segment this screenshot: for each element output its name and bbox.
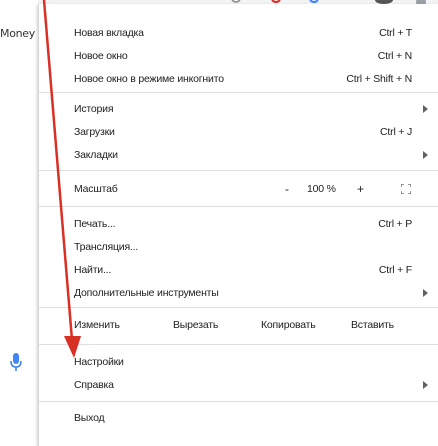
microphone-icon[interactable] — [9, 352, 23, 374]
submenu-arrow-icon — [423, 381, 428, 389]
menu-item-label: Печать... — [74, 218, 116, 230]
menu-item-label: История — [74, 103, 114, 115]
menu-item-find[interactable]: Найти... Ctrl + F — [39, 259, 438, 281]
menu-separator — [39, 401, 438, 402]
zoom-out-button[interactable]: - — [285, 182, 289, 196]
chrome-main-menu: Новая вкладка Ctrl + T Новое окно Ctrl +… — [38, 4, 438, 446]
menu-item-shortcut: Ctrl + Shift + N — [346, 73, 412, 85]
paste-button[interactable]: Вставить — [351, 319, 394, 331]
menu-item-shortcut: Ctrl + F — [378, 264, 412, 276]
fullscreen-icon[interactable] — [401, 184, 411, 194]
menu-item-help[interactable]: Справка — [39, 374, 438, 396]
menu-item-shortcut: Ctrl + J — [380, 126, 412, 138]
menu-item-label: Масштаб — [74, 183, 118, 195]
menu-item-shortcut: Ctrl + N — [377, 50, 412, 62]
menu-item-shortcut: Ctrl + P — [378, 218, 412, 230]
menu-item-label: Новая вкладка — [74, 27, 144, 39]
edit-label: Изменить — [74, 319, 120, 331]
submenu-arrow-icon — [423, 289, 428, 297]
menu-item-new-tab[interactable]: Новая вкладка Ctrl + T — [39, 22, 438, 44]
menu-item-label: Справка — [74, 379, 114, 391]
menu-item-label: Закладки — [74, 149, 118, 161]
menu-separator — [39, 206, 438, 207]
submenu-arrow-icon — [423, 151, 428, 159]
menu-item-label: Новое окно в режиме инкогнито — [74, 73, 224, 85]
zoom-level: 100 % — [307, 183, 336, 195]
menu-item-label: Новое окно — [74, 50, 128, 62]
cut-button[interactable]: Вырезать — [173, 319, 218, 331]
menu-item-history[interactable]: История — [39, 98, 438, 120]
menu-item-print[interactable]: Печать... Ctrl + P — [39, 213, 438, 235]
menu-item-label: Трансляция... — [74, 241, 139, 253]
menu-item-downloads[interactable]: Загрузки Ctrl + J — [39, 121, 438, 143]
menu-item-zoom: Масштаб - 100 % + — [39, 178, 438, 200]
menu-item-label: Дополнительные инструменты — [74, 287, 219, 299]
menu-item-exit[interactable]: Выход — [39, 407, 438, 429]
menu-edit-row: Изменить Вырезать Копировать Вставить — [39, 315, 438, 337]
menu-item-label: Найти... — [74, 264, 112, 276]
menu-item-settings[interactable]: Настройки — [39, 351, 438, 373]
menu-item-more-tools[interactable]: Дополнительные инструменты — [39, 282, 438, 304]
menu-item-label: Загрузки — [74, 126, 115, 138]
background-money-text: Money — [0, 27, 35, 40]
menu-item-label: Настройки — [74, 356, 124, 368]
menu-item-cast[interactable]: Трансляция... — [39, 236, 438, 258]
menu-item-label: Выход — [74, 412, 105, 424]
zoom-in-button[interactable]: + — [357, 182, 364, 196]
menu-separator — [39, 307, 438, 308]
menu-separator — [39, 170, 438, 171]
menu-item-shortcut: Ctrl + T — [379, 27, 412, 39]
page-background-left — [0, 0, 38, 446]
menu-separator — [39, 92, 438, 93]
menu-separator — [39, 344, 438, 345]
menu-item-incognito[interactable]: Новое окно в режиме инкогнито Ctrl + Shi… — [39, 68, 438, 90]
menu-item-new-window[interactable]: Новое окно Ctrl + N — [39, 45, 438, 67]
submenu-arrow-icon — [423, 105, 428, 113]
copy-button[interactable]: Копировать — [261, 319, 316, 331]
menu-item-bookmarks[interactable]: Закладки — [39, 144, 438, 166]
